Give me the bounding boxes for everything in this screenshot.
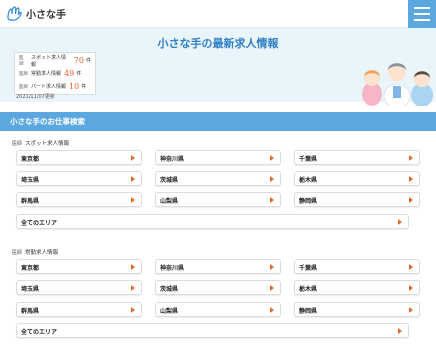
site-header: 小さな手: [0, 0, 436, 28]
arrow-right-icon: [409, 155, 413, 161]
arrow-right-icon: [131, 155, 135, 161]
all-areas-label: 全てのエリア: [21, 220, 58, 227]
fulltime-pref-ibaraki-button[interactable]: 茨城県: [155, 280, 281, 295]
pref-label: 山梨県: [160, 308, 179, 315]
stat-row-spot[interactable]: 医師 スポット求人情報 70 件: [19, 54, 91, 68]
arrow-right-icon: [131, 176, 135, 182]
hand-logo-icon: [7, 6, 22, 21]
stat-tag: 医師: [19, 84, 28, 90]
hamburger-menu-button[interactable]: [408, 0, 436, 28]
stat-label: 常勤求人情報: [31, 71, 62, 77]
arrow-right-icon: [131, 197, 135, 203]
stat-count: 70: [73, 56, 84, 65]
stat-count: 10: [69, 82, 80, 91]
pref-label: 神奈川県: [160, 156, 185, 163]
job-search-title: 小さな手のお仕事検索: [10, 117, 85, 126]
job-search-header: 小さな手のお仕事検索: [0, 112, 436, 131]
section-label-spot: 医師 スポット求人情報: [12, 139, 69, 147]
arrow-right-icon: [398, 219, 402, 225]
updated-date: 2021/11/07更新: [16, 94, 55, 100]
fulltime-pref-chiba-button[interactable]: 千葉県: [294, 259, 420, 274]
pref-label: 神奈川県: [160, 265, 185, 272]
section-title: 常勤求人情報: [25, 250, 59, 256]
menu-bar-icon: [414, 19, 430, 21]
pref-label: 茨城県: [160, 286, 179, 293]
menu-bar-icon: [414, 7, 430, 9]
stat-tag: 医師: [19, 55, 24, 67]
arrow-right-icon: [409, 264, 413, 270]
spot-pref-ibaraki-button[interactable]: 茨城県: [155, 171, 281, 186]
stat-unit: 件: [85, 58, 91, 64]
arrow-right-icon: [270, 285, 274, 291]
pref-label: 群馬県: [21, 198, 40, 205]
fulltime-pref-yamanashi-button[interactable]: 山梨県: [155, 302, 281, 317]
spot-pref-yamanashi-button[interactable]: 山梨県: [155, 192, 281, 207]
fulltime-pref-tokyo-button[interactable]: 東京都: [16, 259, 142, 274]
stat-unit: 件: [81, 84, 87, 90]
arrow-right-icon: [409, 176, 413, 182]
pref-label: 千葉県: [299, 265, 318, 272]
all-areas-label: 全てのエリア: [21, 329, 58, 336]
pref-label: 東京都: [21, 156, 40, 163]
section-tag: 医師: [12, 250, 23, 256]
fulltime-pref-saitama-button[interactable]: 埼玉県: [16, 280, 142, 295]
arrow-right-icon: [409, 197, 413, 203]
arrow-right-icon: [398, 328, 402, 334]
stat-label: パート求人情報: [31, 84, 67, 90]
medical-staff-illustration: [362, 63, 433, 106]
logo-text: 小さな手: [26, 10, 66, 21]
fulltime-pref-shizuoka-button[interactable]: 静岡県: [294, 302, 420, 317]
spot-pref-shizuoka-button[interactable]: 静岡県: [294, 192, 420, 207]
fulltime-all-areas-button[interactable]: 全てのエリア: [16, 323, 409, 338]
arrow-right-icon: [270, 307, 274, 313]
stat-label: スポット求人情報: [30, 54, 66, 68]
spot-pref-gunma-button[interactable]: 群馬県: [16, 192, 142, 207]
spot-all-areas-button[interactable]: 全てのエリア: [16, 214, 409, 229]
stat-unit: 件: [76, 71, 82, 77]
site-logo[interactable]: 小さな手: [6, 6, 66, 21]
spot-pref-saitama-button[interactable]: 埼玉県: [16, 171, 142, 186]
spot-pref-tokyo-button[interactable]: 東京都: [16, 150, 142, 165]
fulltime-pref-tochigi-button[interactable]: 栃木県: [294, 280, 420, 295]
section-label-fulltime: 医師 常勤求人情報: [12, 248, 58, 256]
spot-pref-kanagawa-button[interactable]: 神奈川県: [155, 150, 281, 165]
arrow-right-icon: [131, 264, 135, 270]
spot-pref-tochigi-button[interactable]: 栃木県: [294, 171, 420, 186]
pref-label: 静岡県: [299, 308, 318, 315]
spot-pref-chiba-button[interactable]: 千葉県: [294, 150, 420, 165]
pref-label: 埼玉県: [21, 286, 40, 293]
fulltime-pref-kanagawa-button[interactable]: 神奈川県: [155, 259, 281, 274]
arrow-right-icon: [270, 197, 274, 203]
stat-tag: 医師: [19, 71, 28, 77]
arrow-right-icon: [131, 307, 135, 313]
pref-label: 茨城県: [160, 177, 179, 184]
arrow-right-icon: [270, 155, 274, 161]
pref-label: 山梨県: [160, 198, 179, 205]
pref-label: 埼玉県: [21, 177, 40, 184]
pref-label: 東京都: [21, 265, 40, 272]
job-stats-box: 医師 スポット求人情報 70 件 医師 常勤求人情報 49 件 医師 パート求人…: [14, 52, 96, 95]
pref-label: 栃木県: [299, 177, 318, 184]
pref-label: 千葉県: [299, 156, 318, 163]
arrow-right-icon: [270, 264, 274, 270]
menu-bar-icon: [414, 13, 430, 15]
stat-count: 49: [64, 69, 75, 78]
section-tag: 医師: [12, 141, 23, 147]
pref-label: 栃木県: [299, 286, 318, 293]
fulltime-pref-gunma-button[interactable]: 群馬県: [16, 302, 142, 317]
arrow-right-icon: [409, 285, 413, 291]
arrow-right-icon: [409, 307, 413, 313]
pref-label: 群馬県: [21, 308, 40, 315]
pref-label: 静岡県: [299, 198, 318, 205]
stat-row-fulltime[interactable]: 医師 常勤求人情報 49 件: [19, 67, 91, 80]
arrow-right-icon: [131, 285, 135, 291]
arrow-right-icon: [270, 176, 274, 182]
section-title: スポット求人情報: [25, 141, 70, 147]
stat-row-parttime[interactable]: 医師 パート求人情報 10 件: [19, 80, 91, 93]
hero-title: 小さな手の最新求人情報: [157, 37, 279, 50]
